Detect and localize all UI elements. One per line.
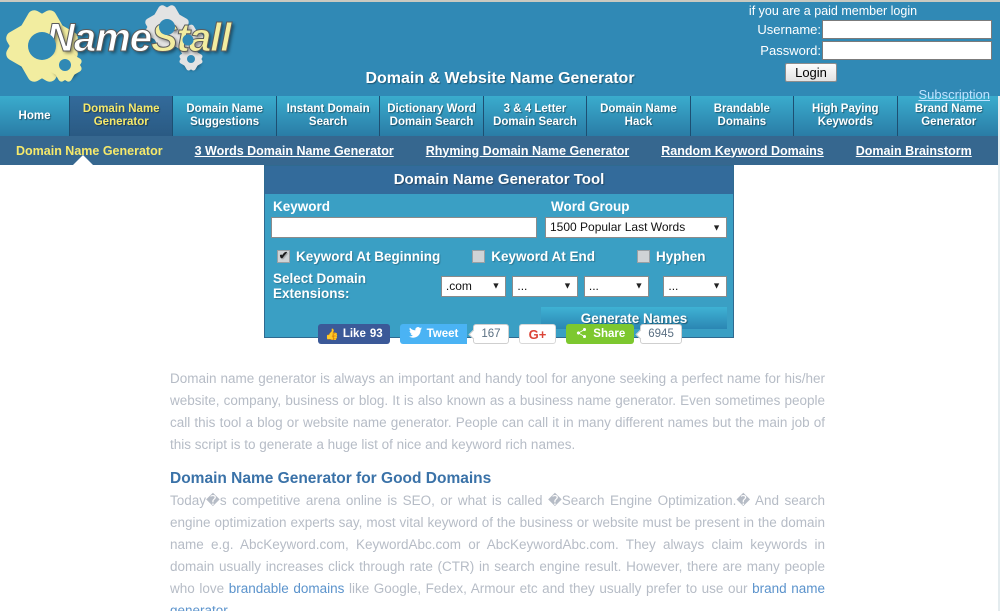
- nav-item-home[interactable]: Home: [0, 96, 70, 136]
- article-body-part-3: .: [227, 603, 231, 611]
- login-note: if you are a paid member login: [748, 4, 918, 18]
- username-row: Username:: [692, 20, 992, 39]
- checkbox-hyphen-label: Hyphen: [656, 249, 706, 264]
- subnav-item-domain-brainstorm[interactable]: Domain Brainstorm: [840, 144, 988, 158]
- tool-form: Keyword Word Group 1500 Popular Last Wor…: [265, 194, 733, 337]
- username-input[interactable]: [822, 20, 992, 39]
- article-intro-paragraph: Domain name generator is always an impor…: [170, 371, 825, 452]
- domain-extension-select-1[interactable]: .com ▼: [440, 275, 507, 297]
- nav-item-3-4-letter-domain-search[interactable]: 3 & 4 Letter Domain Search: [483, 96, 588, 136]
- chevron-down-icon: ▼: [634, 280, 644, 291]
- domain-extension-select-4[interactable]: ... ▼: [663, 275, 727, 297]
- share-count: 6945: [640, 324, 682, 344]
- domain-extensions-label: Select Domain Extensions:: [273, 271, 367, 301]
- nav-item-domain-name-generator[interactable]: Domain Name Generator: [70, 96, 174, 136]
- site-logo[interactable]: NameStall: [6, 6, 246, 80]
- nav-item-domain-name-suggestions[interactable]: Domain Name Suggestions: [173, 96, 277, 136]
- article-body-paragraph: Today�s competitive arena online is SEO,…: [170, 490, 825, 611]
- subnav-item-random-keyword-domains[interactable]: Random Keyword Domains: [645, 144, 840, 158]
- facebook-like-button[interactable]: 👍 Like 93: [318, 324, 390, 344]
- logo-wordmark: NameStall: [46, 16, 232, 61]
- twitter-tweet-count: 167: [473, 324, 509, 344]
- article-body-part-2: like Google, Fedex, Armour etc and they …: [344, 581, 753, 596]
- keyword-input[interactable]: [271, 217, 537, 238]
- subnav-item-rhyming-domain-name-generator[interactable]: Rhyming Domain Name Generator: [410, 144, 646, 158]
- nav-item-dictionary-word-domain-search[interactable]: Dictionary Word Domain Search: [380, 96, 484, 136]
- nav-item-instant-domain-search[interactable]: Instant Domain Search: [276, 96, 381, 136]
- google-plus-icon: G+: [528, 326, 547, 342]
- twitter-tweet-button[interactable]: Tweet: [399, 324, 468, 344]
- word-group-select-wrap: 1500 Popular Last Words ▼: [545, 217, 727, 242]
- username-label: Username:: [757, 22, 821, 37]
- checkbox-keyword-at-end[interactable]: Keyword At End: [472, 249, 595, 264]
- google-plus-button[interactable]: G+: [518, 324, 557, 344]
- social-share-bar: 👍 Like 93 Tweet 167 G+ Share 6945: [0, 324, 1000, 344]
- article-heading: Domain Name Generator for Good Domains: [170, 470, 492, 487]
- password-label: Password:: [760, 43, 821, 58]
- nav-item-domain-name-hack[interactable]: Domain Name Hack: [587, 96, 691, 136]
- sub-navigation: Domain Name Generator 3 Words Domain Nam…: [0, 136, 1000, 166]
- checkbox-keyword-at-beginning[interactable]: Keyword At Beginning: [277, 249, 440, 264]
- word-group-select[interactable]: 1500 Popular Last Words ▼: [545, 217, 727, 238]
- checkbox-icon[interactable]: [472, 250, 486, 263]
- twitter-tweet-label: Tweet: [426, 328, 459, 340]
- logo-name-part: Name: [46, 16, 153, 61]
- subnav-item-3-words-domain-name-generator[interactable]: 3 Words Domain Name Generator: [179, 144, 410, 158]
- tool-checkbox-row: Keyword At Beginning Keyword At End Hyph…: [271, 249, 727, 264]
- page-root: NameStall Domain & Website Name Generato…: [0, 0, 1000, 611]
- login-box: if you are a paid member login Username:…: [692, 4, 992, 104]
- twitter-group: Tweet 167: [399, 324, 509, 344]
- share-icon: [575, 327, 588, 342]
- tool-field-labels: Keyword Word Group: [271, 199, 727, 214]
- checkbox-keyword-at-end-label: Keyword At End: [491, 249, 596, 264]
- login-button-row: Login: [692, 63, 992, 82]
- site-banner: NameStall Domain & Website Name Generato…: [0, 0, 1000, 102]
- chevron-down-icon: ▼: [712, 222, 721, 232]
- chevron-down-icon: ▼: [562, 280, 572, 291]
- password-input[interactable]: [822, 41, 992, 60]
- subscription-link[interactable]: Subscription: [918, 87, 990, 102]
- active-tab-pointer-icon: [72, 155, 94, 166]
- domain-extension-select-2[interactable]: ... ▼: [512, 275, 578, 297]
- link-brandable-domains[interactable]: brandable domains: [229, 581, 345, 596]
- facebook-like-label: Like: [342, 328, 366, 340]
- checkbox-keyword-at-beginning-label: Keyword At Beginning: [296, 249, 441, 264]
- checkbox-hyphen[interactable]: Hyphen: [637, 249, 706, 264]
- domain-extensions-row: Select Domain Extensions: .com ▼ ... ▼ .…: [271, 271, 727, 301]
- password-row: Password:: [692, 41, 992, 60]
- subscription-row: Subscription: [692, 86, 992, 104]
- facebook-like-count: 93: [369, 328, 383, 340]
- share-label: Share: [593, 328, 626, 340]
- share-group: Share 6945: [566, 324, 682, 344]
- thumbs-up-icon: 👍: [325, 328, 339, 341]
- domain-name-generator-tool: Domain Name Generator Tool Keyword Word …: [264, 165, 734, 338]
- domain-extension-select-3[interactable]: ... ▼: [583, 275, 650, 297]
- twitter-bird-icon: [408, 327, 422, 341]
- tool-title: Domain Name Generator Tool: [265, 166, 733, 194]
- checkbox-icon[interactable]: [277, 250, 290, 263]
- word-group-label: Word Group: [551, 199, 630, 214]
- share-button[interactable]: Share: [566, 324, 635, 344]
- login-button[interactable]: Login: [785, 63, 837, 82]
- word-group-selected-value: 1500 Popular Last Words: [550, 220, 686, 234]
- chevron-down-icon: ▼: [712, 280, 721, 291]
- chevron-down-icon: ▼: [491, 280, 501, 291]
- keyword-label: Keyword: [273, 199, 331, 214]
- tool-field-inputs: 1500 Popular Last Words ▼: [271, 217, 727, 242]
- checkbox-icon[interactable]: [637, 250, 651, 263]
- article-content: Domain name generator is always an impor…: [170, 368, 825, 611]
